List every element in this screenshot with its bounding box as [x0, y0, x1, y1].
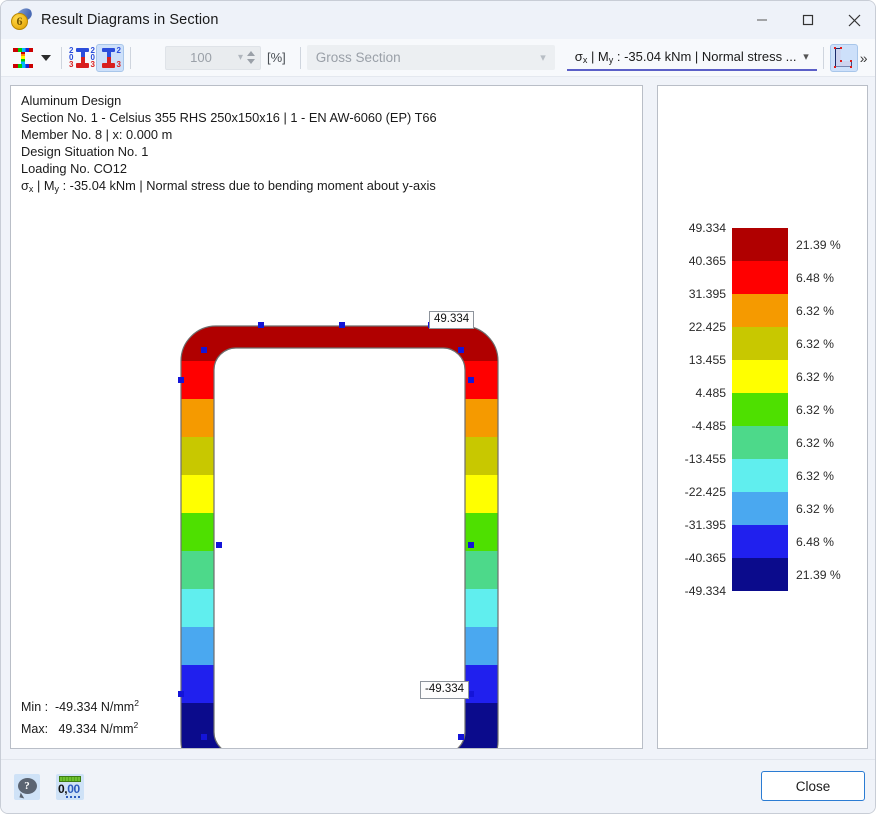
result-selector-select[interactable]: σx | My : -35.04 kNm | Normal stress ...…	[567, 45, 817, 71]
toolbar-separator-1	[61, 47, 62, 69]
scale-stepper[interactable]	[247, 51, 260, 64]
legend-color-swatch	[732, 426, 788, 459]
section-view-button[interactable]	[830, 44, 858, 72]
legend-percent-label: 21.39 %	[796, 238, 862, 252]
min-value-tag: -49.334	[420, 681, 469, 699]
cross-section-svg[interactable]	[11, 86, 643, 749]
legend-color-swatch	[732, 327, 788, 360]
legend-color-swatch	[732, 261, 788, 294]
max-row: Max: 49.334 N/mm2	[21, 716, 139, 738]
max-value: 49.334	[58, 722, 96, 736]
legend-percent-label: 6.32 %	[796, 469, 862, 483]
chevron-down-icon	[41, 55, 51, 61]
stress-display-button[interactable]	[9, 44, 37, 72]
legend-color-swatch	[732, 393, 788, 426]
legend-panel: 49.334 21.39 % 40.365 6.48 % 31.395 6.32 % 22.…	[657, 85, 868, 749]
window-controls	[739, 1, 876, 39]
legend-color-swatch	[732, 294, 788, 327]
scale-value[interactable]: 100	[166, 50, 238, 65]
max-value-tag: 49.334	[429, 311, 474, 329]
legend-percent-label: 6.32 %	[796, 337, 862, 351]
legend-boundary-value: 31.395	[658, 288, 726, 301]
legend-percent-label: 6.48 %	[796, 271, 862, 285]
min-row: Min :-49.334 N/mm2	[21, 694, 139, 716]
close-window-button[interactable]	[831, 1, 876, 39]
legend-percent-label: 6.32 %	[796, 370, 862, 384]
multi-point-results-button[interactable]: 2 2 0 0 3 3	[68, 44, 96, 72]
legend-color-swatch	[732, 525, 788, 558]
legend-percent-label: 6.32 %	[796, 436, 862, 450]
legend-color-swatch	[732, 228, 788, 261]
help-icon: ?	[18, 778, 37, 797]
bottom-bar: ? 0,00 Close	[1, 759, 876, 813]
decimal-places-button[interactable]: 0,00	[56, 774, 84, 800]
scale-spinner[interactable]: 100 ▾	[165, 46, 261, 70]
section-type-chevron-down-icon: ▾	[540, 51, 555, 64]
i-beam-multi-point-icon: 2 2 0 0 3 3	[69, 46, 95, 70]
result-selector-chevron-down-icon: ▾	[803, 50, 817, 63]
i-beam-single-point-icon: 2 3	[99, 46, 121, 70]
legend-boundary-value: -49.334	[658, 585, 726, 598]
color-legend: 49.334 21.39 % 40.365 6.48 % 31.395 6.32 % 22.…	[658, 86, 868, 749]
legend-percent-label: 6.32 %	[796, 403, 862, 417]
app-icon: 6	[10, 9, 32, 31]
legend-boundary-value: 49.334	[658, 222, 726, 235]
maximize-button[interactable]	[785, 1, 831, 39]
max-unit: N/mm	[100, 722, 133, 736]
colored-i-beam-icon	[12, 47, 34, 69]
legend-boundary-value: -4.485	[658, 420, 726, 433]
legend-percent-label: 6.32 %	[796, 502, 862, 516]
minimize-button[interactable]	[739, 1, 785, 39]
min-max-summary: Min :-49.334 N/mm2 Max: 49.334 N/mm2	[21, 694, 139, 738]
legend-color-swatch	[732, 360, 788, 393]
scale-step-down-icon[interactable]	[247, 59, 255, 64]
min-label: Min :	[21, 698, 55, 716]
legend-boundary-value: 40.365	[658, 255, 726, 268]
legend-boundary-value: -13.455	[658, 453, 726, 466]
content-area: Aluminum Design Section No. 1 - Celsius …	[10, 85, 868, 749]
result-selector-value: σx | My : -35.04 kNm | Normal stress ...	[567, 49, 803, 65]
toolbar-separator-2	[130, 47, 131, 69]
decimal-places-icon: 0,00	[58, 776, 82, 798]
legend-boundary-value: 4.485	[658, 387, 726, 400]
stress-display-dropdown[interactable]	[37, 44, 55, 72]
section-type-select[interactable]: Gross Section ▾	[307, 45, 555, 70]
legend-color-swatch	[732, 492, 788, 525]
max-label: Max:	[21, 720, 55, 738]
diagram-panel: Aluminum Design Section No. 1 - Celsius …	[10, 85, 643, 749]
legend-percent-label: 21.39 %	[796, 568, 862, 582]
scale-chevron-down-icon[interactable]: ▾	[238, 52, 247, 63]
title-bar: 6 Result Diagrams in Section	[1, 1, 876, 39]
legend-color-swatch	[732, 558, 788, 591]
result-diagrams-window: 6 Result Diagrams in Section	[0, 0, 876, 814]
min-value: -49.334	[55, 700, 97, 714]
legend-percent-label: 6.32 %	[796, 304, 862, 318]
close-button[interactable]: Close	[761, 771, 865, 801]
legend-boundary-value: -40.365	[658, 552, 726, 565]
toolbar-overflow-button[interactable]: »	[860, 50, 867, 66]
single-point-results-button[interactable]: 2 3	[96, 44, 124, 72]
min-unit: N/mm	[101, 700, 134, 714]
help-button[interactable]: ?	[14, 774, 40, 800]
legend-boundary-value: -31.395	[658, 519, 726, 532]
legend-color-swatch	[732, 459, 788, 492]
cross-section-diagram[interactable]: 49.334 -49.334	[11, 86, 643, 749]
max-unit-exponent: 2	[134, 720, 139, 730]
legend-boundary-value: 22.425	[658, 321, 726, 334]
legend-percent-label: 6.48 %	[796, 535, 862, 549]
l-section-icon	[832, 47, 856, 69]
section-type-value: Gross Section	[307, 50, 540, 65]
min-unit-exponent: 2	[134, 698, 139, 708]
window-title: Result Diagrams in Section	[41, 12, 218, 28]
legend-row: -40.36521.39 %-49.334	[658, 558, 868, 591]
legend-rows: 49.33421.39 %40.3656.48 %31.3956.32 %22.…	[658, 228, 868, 591]
toolbar: 2 2 0 0 3 3 2 3 100	[1, 39, 876, 77]
scale-unit-label: [%]	[267, 50, 286, 65]
legend-boundary-value: 13.455	[658, 354, 726, 367]
legend-boundary-value: -22.425	[658, 486, 726, 499]
scale-step-up-icon[interactable]	[247, 51, 255, 56]
toolbar-separator-3	[300, 47, 301, 69]
toolbar-separator-4	[823, 47, 824, 69]
